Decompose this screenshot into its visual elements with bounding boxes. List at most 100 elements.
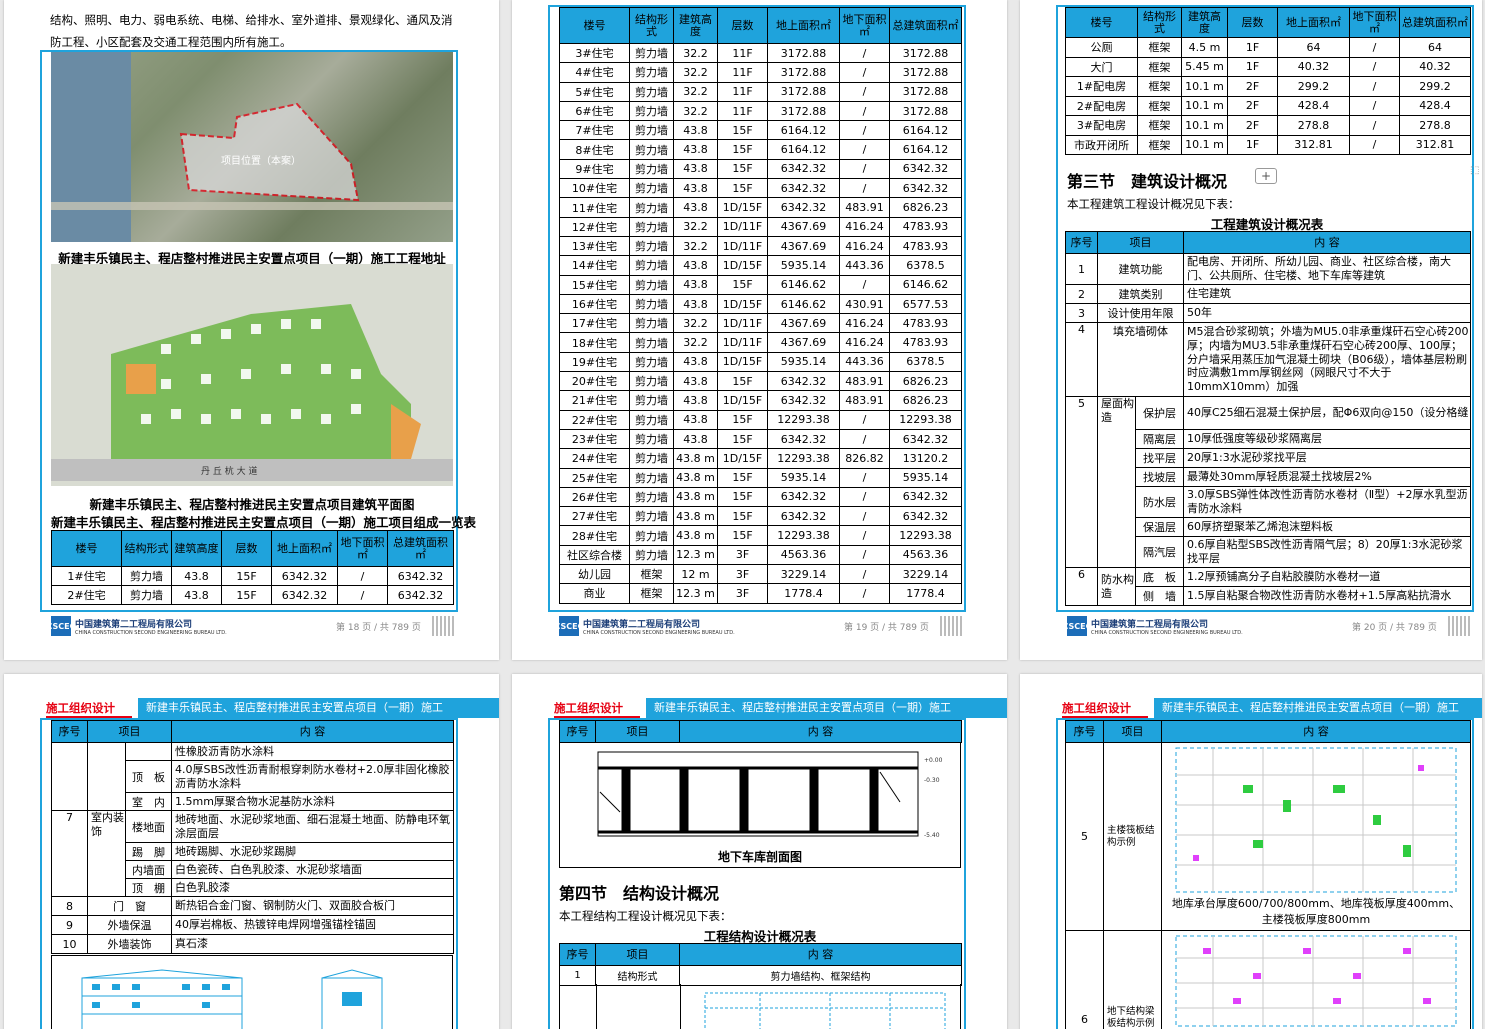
satellite-map[interactable]: 项目位置（本案） (51, 52, 453, 242)
table-cell: 剪力墙 (629, 525, 674, 546)
table-row: 社区综合楼 剪力墙 12.3 m 3F 4563.36/4563.36 (559, 544, 962, 566)
table-cell: / (839, 139, 890, 160)
table-cell: 27#住宅 (559, 506, 630, 527)
table-cell: 13#住宅 (559, 235, 630, 257)
add-button[interactable]: + (1255, 168, 1277, 184)
table-row: 14#住宅 剪力墙 43.8 1D/15F 5935.14 443.36 6378.5 (559, 255, 962, 276)
page-number: 第 18 页 / 共 789 页 (336, 623, 421, 633)
table-cell: 43.8 (673, 178, 718, 199)
table-cell: 24#住宅 (559, 448, 630, 469)
table-cell: 12#住宅 (559, 216, 630, 237)
table-cell: 6378.5 (889, 255, 962, 276)
table-cell: 43.8 (673, 390, 718, 411)
col-header: 项目 (595, 943, 680, 966)
col-header: 层数 (717, 7, 768, 44)
page-23: 施工组织设计 新建丰乐镇民主、程店整村推进民主安置点项目（一期）施工 序号 项目内 … (1020, 674, 1482, 1029)
table-cell: 剪力墙 (629, 313, 674, 334)
expand-icon[interactable]: ⬚ (1470, 165, 1479, 176)
table-cell: 15F (717, 178, 768, 199)
company-name-en: CHINA CONSTRUCTION SECOND ENGINEERING BU… (1091, 629, 1243, 636)
table-cell: 483.91 (839, 197, 890, 218)
table-cell: 312.81 (1277, 134, 1350, 155)
table-cell: / (1349, 37, 1400, 58)
table-cell: 4783.93 (889, 216, 962, 237)
col-header: 地上面积㎡ (767, 7, 840, 44)
sub-content: 1.5mm厚聚合物水泥基防水涂料 (171, 792, 454, 811)
page-19: 楼号 结构形式 建筑高度 层数 地上面积㎡ 地下面积㎡ 总建筑面积㎡ 3#住宅 剪力墙 32.2 1… (512, 0, 1007, 660)
table-cell: 6342.32 (767, 506, 840, 527)
table-cell: 10.1 m (1181, 115, 1228, 136)
table-cell: 6164.12 (889, 120, 962, 141)
table-cell: 3172.88 (889, 62, 962, 83)
table-cell: 3F (717, 564, 768, 585)
sub-content: 20厚1:3水泥砂浆找平层 (1183, 448, 1471, 468)
sub-content: 性橡胶沥青防水涂料 (171, 742, 454, 761)
table-cell: 剪力墙 (629, 390, 674, 411)
table-cell: 11F (717, 100, 768, 122)
map-label: 项目位置（本案） (221, 156, 301, 167)
site-plan-image[interactable]: 丹 丘 杭 大 道 (51, 264, 453, 486)
table-cell: 1F (1227, 134, 1278, 155)
table-cell: 剪力墙 (629, 467, 674, 488)
table-cell: 5935.14 (767, 255, 840, 276)
table-cell: 6342.32 (767, 178, 840, 199)
table-cell: 框架 (1137, 95, 1182, 116)
table-cell: 43.8 m (673, 486, 718, 508)
table-cell: 1#住宅 (51, 566, 122, 586)
raft-plan-drawing[interactable] (1173, 745, 1459, 895)
elevation-drawing[interactable] (52, 956, 452, 1029)
sub-content: 1.5厚自粘聚合物改性沥青防水卷材+1.5厚高粘抗滑水 (1183, 586, 1471, 606)
table-cell: 11F (717, 81, 768, 102)
garage-section-drawing[interactable]: +0.00 -0.30 -5.40 (560, 742, 960, 846)
page-footer: CSCEC 中国建筑第二工程局有限公司 CHINA CONSTRUCTION SEC… (1020, 612, 1482, 642)
plan-drawing[interactable] (700, 988, 960, 1029)
table-cell: 3172.88 (889, 42, 962, 64)
table-cell: 1D/15F (717, 390, 768, 411)
page-number: 第 20 页 / 共 789 页 (1352, 623, 1437, 633)
table-row: 28#住宅 剪力墙 43.8 m 15F 12293.38/12293.38 (559, 525, 962, 546)
row-no: 1 (559, 965, 596, 986)
table-cell: 6342.32 (889, 428, 962, 450)
row-no: 10 (51, 934, 88, 954)
col-header: 序号 (1065, 720, 1104, 743)
table-row: 16#住宅 剪力墙 43.8 1D/15F 6146.62 430.91 6577.53 (559, 293, 962, 315)
table-cell: 1D/11F (717, 235, 768, 257)
table-cell: 826.82 (839, 448, 890, 469)
table-cell: 43.8 (171, 566, 222, 586)
col-header: 层数 (221, 530, 272, 567)
sub-item: 内墙面 (125, 860, 172, 879)
beam-plan-drawing[interactable] (1173, 933, 1459, 1029)
table-cell: 43.8 (171, 585, 222, 605)
table-cell: / (1349, 56, 1400, 77)
table-row: 11#住宅 剪力墙 43.8 1D/15F 6342.32 483.91 6826.23 (559, 197, 962, 218)
table-cell: 5935.14 (767, 467, 840, 488)
table-cell: 10#住宅 (559, 178, 630, 199)
body-text: 防工程、小区配套及交通工程范围内所有施工。 (50, 35, 292, 49)
design-table: 序号 项目内 容 性橡胶沥青防水涂料 顶 板 4.0厚SBS改性沥青耐根穿刺防水卷材… (51, 720, 454, 954)
table-cell: 框架 (1137, 134, 1182, 155)
table-cell: 12293.38 (767, 448, 840, 469)
table-cell: 10.1 m (1181, 95, 1228, 116)
sub-item: 侧 墙 (1135, 586, 1184, 606)
table-cell: 43.8 (673, 255, 718, 276)
row-no: 5 (1065, 396, 1098, 568)
table-cell: 剪力墙 (629, 332, 674, 353)
road-label: 丹 丘 杭 大 道 (201, 467, 258, 477)
table-cell: 剪力墙 (121, 585, 172, 605)
table-cell: 22#住宅 (559, 409, 630, 430)
table-cell: 框架 (1137, 56, 1182, 77)
table-cell: 幼儿园 (559, 564, 630, 585)
table-row: 25#住宅 剪力墙 43.8 m 15F 5935.14/5935.14 (559, 467, 962, 488)
table-caption: 新建丰乐镇民主、程店整村推进民主安置点项目（一期）施工项目组成一览表 (51, 515, 477, 530)
table-cell: 4783.93 (889, 313, 962, 334)
table-cell: / (1349, 76, 1400, 97)
table-row: 22#住宅 剪力墙 43.8 15F 12293.38/12293.38 (559, 409, 962, 430)
col-header: 内 容 (1183, 231, 1471, 254)
table-cell: 4#住宅 (559, 62, 630, 83)
col-header: 内 容 (679, 943, 962, 966)
company-logo: CSCEC 中国建筑第二工程局有限公司 CHINA CONSTRUCTION SEC… (555, 616, 735, 636)
table-cell: 框架 (629, 583, 674, 604)
table-row: 商业 框架 12.3 m 3F 1778.4/1778.4 (559, 583, 962, 604)
table-cell: 32.2 (673, 81, 718, 102)
design-table: 序号 项目 内 容 1 建筑功能 配电房、开闭所、所幼儿园、商业、社区综合楼，南大门… (1065, 231, 1471, 606)
